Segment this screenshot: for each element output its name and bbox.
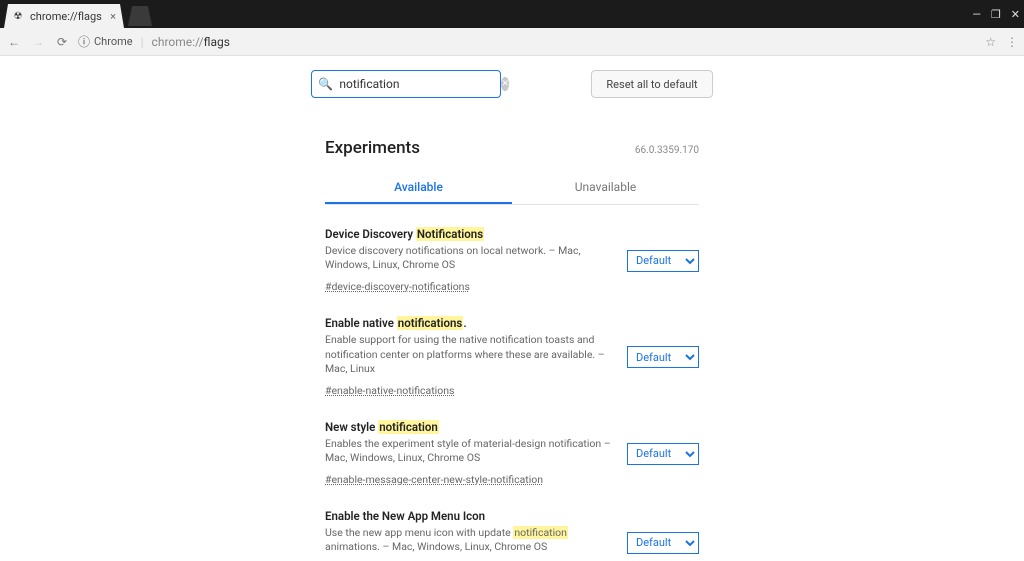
clear-search-icon[interactable]: ✕ [501, 77, 509, 91]
tab-close-icon[interactable]: × [110, 10, 116, 23]
flags-list: Device Discovery Notifications Device dis… [325, 227, 699, 561]
flag-title: New style notification [325, 420, 611, 434]
flag-state-select[interactable]: Default [627, 443, 699, 465]
reload-button[interactable]: ⟳ [54, 35, 70, 49]
flag-row: Enable the New App Menu Icon Use the new … [325, 509, 699, 561]
flag-description: Device discovery notifications on local … [325, 244, 611, 272]
maximize-button[interactable]: ❐ [991, 8, 1001, 21]
bookmark-star-icon[interactable]: ☆ [985, 35, 996, 49]
window-close-button[interactable]: ✕ [1011, 8, 1020, 21]
browser-tab[interactable]: ☢ chrome://flags × [4, 4, 124, 28]
main-content: Experiments 66.0.3359.170 Available Unav… [325, 138, 699, 561]
version-label: 66.0.3359.170 [635, 145, 699, 156]
search-input[interactable] [339, 77, 495, 91]
flag-title: Device Discovery Notifications [325, 227, 611, 241]
flag-row: New style notification Enables the experi… [325, 420, 699, 487]
tab-title: chrome://flags [30, 10, 102, 23]
flags-tabs: Available Unavailable [325, 170, 699, 205]
reset-all-button[interactable]: Reset all to default [591, 70, 712, 98]
flag-state-select[interactable]: Default [627, 250, 699, 272]
new-tab-button[interactable] [128, 6, 152, 26]
address-bar: ← → ⟳ ⓘ Chrome | chrome://flags ☆ ⋮ [0, 28, 1024, 56]
flag-row: Device Discovery Notifications Device dis… [325, 227, 699, 294]
tab-available[interactable]: Available [325, 170, 512, 204]
back-button[interactable]: ← [6, 35, 22, 49]
flag-description: Enables the experiment style of material… [325, 437, 611, 465]
minimize-button[interactable]: — [972, 8, 981, 21]
flag-state-select[interactable]: Default [627, 532, 699, 554]
page-viewport: 🔍 ✕ Reset all to default Experiments 66.… [0, 56, 1024, 561]
search-icon: 🔍 [318, 77, 333, 91]
flag-description: Enable support for using the native noti… [325, 333, 611, 376]
page-title: Experiments [325, 138, 420, 158]
tab-unavailable[interactable]: Unavailable [512, 170, 699, 204]
flag-description: Use the new app menu icon with update no… [325, 526, 611, 554]
search-field-wrap: 🔍 ✕ [311, 70, 501, 98]
forward-button[interactable]: → [30, 35, 46, 49]
flag-anchor-link[interactable]: #device-discovery-notifications [325, 280, 470, 293]
flag-row: Enable native notifications. Enable suppo… [325, 316, 699, 398]
site-info-button[interactable]: ⓘ Chrome [78, 33, 133, 50]
flag-anchor-link[interactable]: #enable-native-notifications [325, 384, 454, 397]
flag-title: Enable the New App Menu Icon [325, 509, 611, 523]
info-icon: ⓘ [78, 33, 90, 50]
flag-title: Enable native notifications. [325, 316, 611, 330]
window-titlebar: ☢ chrome://flags × — ❐ ✕ [0, 0, 1024, 28]
flag-state-select[interactable]: Default [627, 346, 699, 368]
url-display[interactable]: chrome://flags [152, 35, 230, 49]
flag-anchor-link[interactable]: #enable-message-center-new-style-notific… [325, 473, 543, 486]
chrome-menu-icon[interactable]: ⋮ [1006, 35, 1018, 49]
origin-label: Chrome [94, 35, 133, 48]
flags-topbar: 🔍 ✕ Reset all to default [0, 56, 1024, 112]
tab-favicon: ☢ [12, 10, 24, 22]
